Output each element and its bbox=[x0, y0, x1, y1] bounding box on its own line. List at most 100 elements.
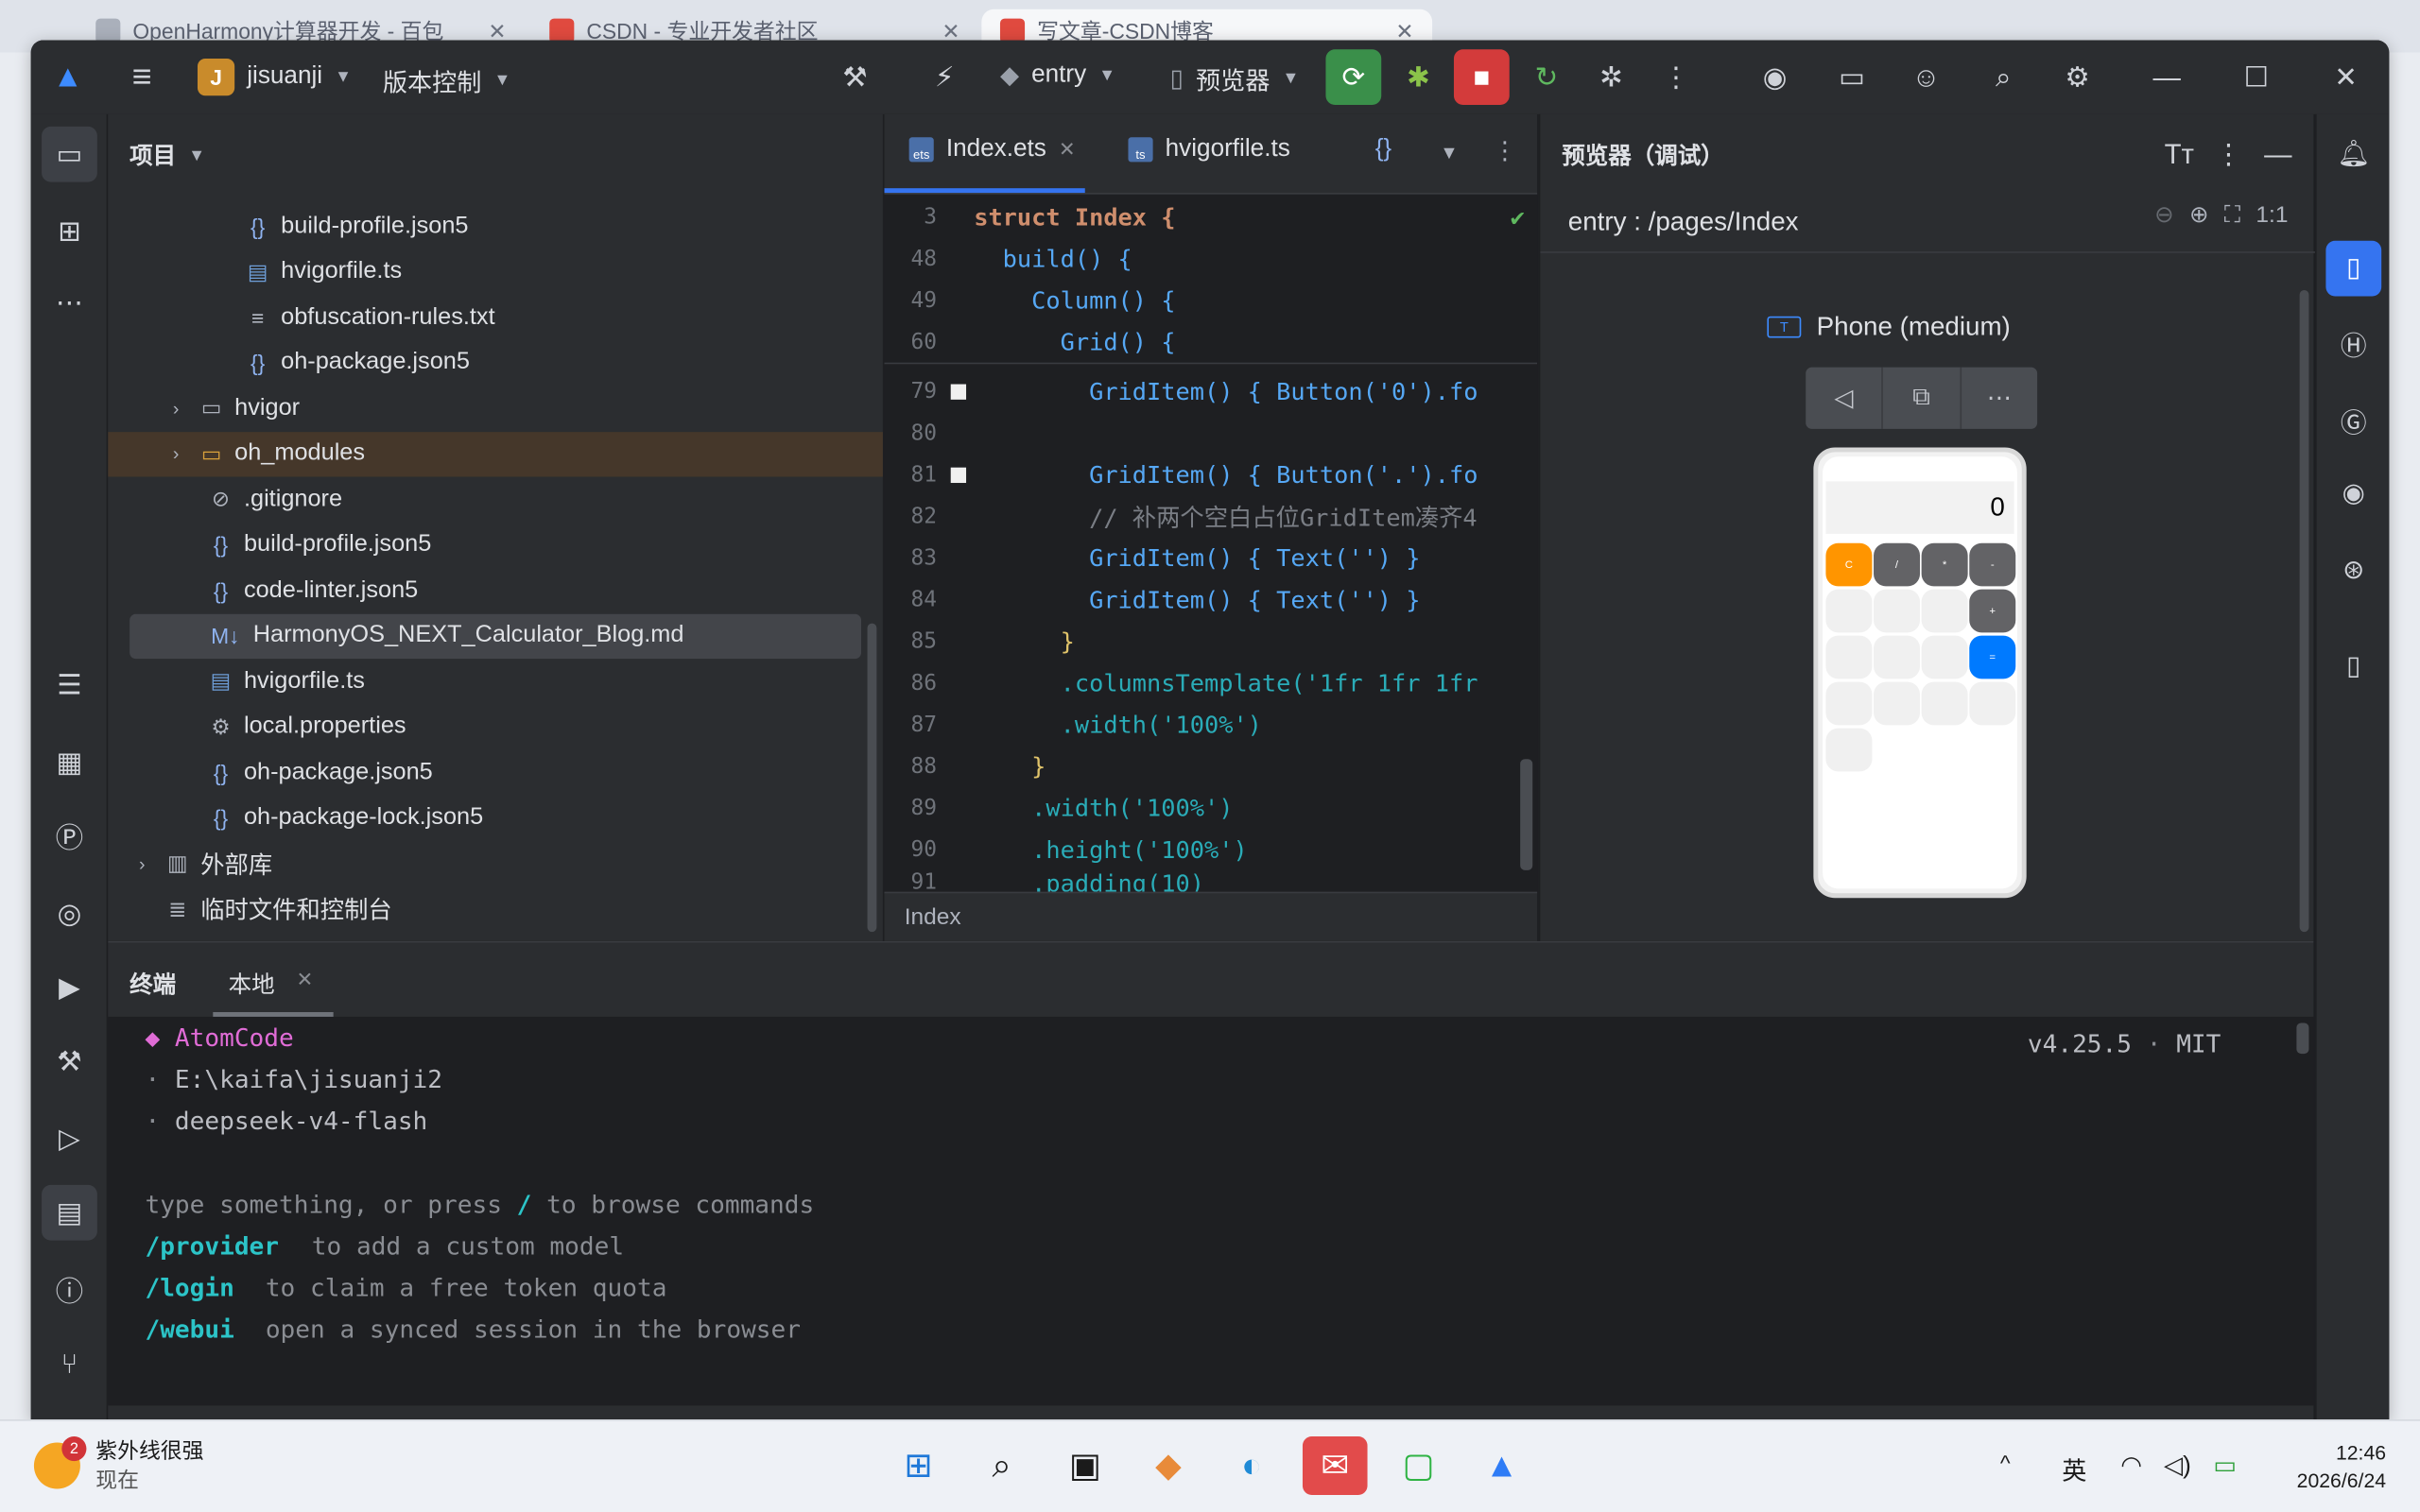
more-tools-icon[interactable]: ⋯ bbox=[42, 275, 97, 331]
calc-key[interactable] bbox=[1874, 681, 1921, 726]
code-area[interactable]: 3 struct Index {✔ 48 build() { 49 Column(… bbox=[884, 194, 1538, 892]
terminal-scrollbar[interactable] bbox=[2296, 1022, 2309, 1055]
fit-screen-icon[interactable]: ⛶ bbox=[2224, 201, 2240, 228]
app-icon[interactable]: ◆ bbox=[1139, 1436, 1198, 1495]
profiler-icon[interactable]: Ⓟ bbox=[42, 809, 97, 865]
tree-item[interactable]: ≡ obfuscation-rules.txt bbox=[108, 295, 883, 340]
device-selector[interactable]: ▯ 预览器 ▼ bbox=[1170, 60, 1300, 97]
folder-icon[interactable]: ▭ bbox=[1824, 49, 1880, 105]
tree-item-folder[interactable]: › ▭ oh_modules bbox=[108, 431, 883, 477]
breadcrumb[interactable]: Index bbox=[884, 891, 1538, 941]
device-manager-icon[interactable]: ◉ bbox=[1747, 49, 1803, 105]
start-windows-icon[interactable]: ⊞ bbox=[889, 1436, 947, 1495]
eye-icon[interactable]: ◉ bbox=[2325, 466, 2381, 522]
weather-widget[interactable]: 2 紫外线很强 现在 bbox=[33, 1436, 204, 1495]
notifications-bell-icon[interactable]: 🔔︎ bbox=[2325, 127, 2381, 182]
project-panel-header[interactable]: 项目 ▼ bbox=[130, 139, 205, 171]
attach-debugger-icon[interactable]: ✲ bbox=[1583, 49, 1639, 105]
maximize-icon[interactable]: ☐ bbox=[2229, 49, 2285, 105]
minimize-icon[interactable]: — bbox=[2139, 49, 2195, 105]
previewer-scrollbar[interactable] bbox=[2299, 289, 2309, 933]
build-hammer-icon[interactable]: ⚒ bbox=[827, 49, 883, 105]
calc-key[interactable] bbox=[1969, 681, 2016, 726]
project-folder-icon[interactable]: ▭ bbox=[42, 126, 97, 182]
more-icon[interactable]: ⋮ bbox=[2201, 127, 2256, 182]
calc-key[interactable] bbox=[1921, 589, 1968, 633]
calc-key[interactable] bbox=[1874, 589, 1921, 633]
search-icon[interactable]: ⌕ bbox=[973, 1436, 1031, 1495]
ime-indicator[interactable]: 英 bbox=[2062, 1451, 2086, 1487]
calc-key[interactable] bbox=[1921, 635, 1968, 679]
more-icon[interactable]: ⋮ bbox=[1493, 136, 1517, 167]
settings-gear-icon[interactable]: ⚙ bbox=[2049, 49, 2105, 105]
chevron-up-icon[interactable]: ^ bbox=[2000, 1451, 2011, 1475]
close-icon[interactable]: ✕ bbox=[296, 968, 313, 1000]
breadcrumb-item[interactable]: Index bbox=[905, 904, 961, 931]
codelinter-icon[interactable]: ◎ bbox=[42, 885, 97, 941]
layout-icon[interactable]: ▦ bbox=[42, 734, 97, 790]
tab-hvigorfile[interactable]: ts hvigorfile.ts bbox=[1128, 136, 1290, 163]
services-icon[interactable]: ▶ bbox=[42, 960, 97, 1016]
calc-key-divide[interactable]: / bbox=[1874, 542, 1921, 587]
calc-key-clear[interactable]: C bbox=[1825, 542, 1873, 587]
main-menu-icon[interactable]: ≡ bbox=[114, 49, 170, 105]
ai-assistant-icon[interactable]: ⊛ bbox=[2325, 543, 2381, 599]
calculator-screen[interactable]: 0 C / * - + = bbox=[1823, 456, 2017, 889]
project-switcher[interactable]: J jisuanji ▼ bbox=[197, 59, 352, 96]
vcs-menu[interactable]: 版本控制 ▼ bbox=[383, 61, 510, 98]
gradle-icon[interactable]: Ⓖ bbox=[2325, 392, 2381, 448]
json-view-icon[interactable]: {} bbox=[1375, 136, 1392, 163]
tree-item[interactable]: {} build-profile.json5 bbox=[108, 523, 883, 568]
rerun-button[interactable]: ⟳ bbox=[1325, 49, 1382, 106]
sync-icon[interactable]: ⚡ bbox=[917, 49, 973, 105]
previewer-toggle-icon[interactable]: ▯ bbox=[2325, 240, 2382, 297]
battery-icon[interactable]: ▭ bbox=[2213, 1451, 2237, 1482]
calc-key-multiply[interactable]: * bbox=[1921, 542, 1968, 587]
wifi-icon[interactable]: ◠ bbox=[2120, 1451, 2142, 1482]
tree-item[interactable]: {} code-linter.json5 bbox=[108, 568, 883, 613]
run-icon[interactable]: ▷ bbox=[42, 1111, 97, 1167]
close-icon[interactable]: ✕ bbox=[1059, 137, 1076, 162]
zoom-ratio[interactable]: 1:1 bbox=[2256, 201, 2288, 228]
tree-item[interactable]: ⊘ .gitignore bbox=[108, 476, 883, 522]
stop-button[interactable]: ■ bbox=[1453, 49, 1510, 106]
tree-item[interactable]: {} build-profile.json5 bbox=[108, 204, 883, 249]
tree-item[interactable]: ⚙ local.properties bbox=[108, 704, 883, 749]
tree-item[interactable]: {} oh-package.json5 bbox=[108, 749, 883, 795]
calc-key-minus[interactable]: - bbox=[1969, 542, 2016, 587]
tab-index-ets[interactable]: ets Index.ets ✕ bbox=[908, 136, 1076, 163]
rotate-device-icon[interactable]: ⧉ bbox=[1883, 367, 1962, 429]
more-icon[interactable]: ⋯ bbox=[1962, 368, 2038, 429]
account-icon[interactable]: ☺ bbox=[1898, 49, 1954, 105]
zoom-out-icon[interactable]: ⊖ bbox=[2154, 200, 2174, 229]
chevron-down-icon[interactable]: ▼ bbox=[1440, 142, 1458, 163]
editor-scrollbar[interactable] bbox=[1520, 759, 1533, 870]
problems-icon[interactable]: ⓘ bbox=[42, 1263, 97, 1318]
tab-local[interactable]: 本地 ✕ bbox=[229, 968, 314, 1000]
close-window-icon[interactable]: ✕ bbox=[2318, 49, 2374, 105]
run-config-selector[interactable]: ◆ entry ▼ bbox=[1000, 60, 1115, 92]
calc-key[interactable] bbox=[1921, 681, 1968, 726]
calc-key-plus[interactable]: + bbox=[1969, 589, 2016, 633]
tree-item[interactable]: ▤ hvigorfile.ts bbox=[108, 249, 883, 295]
calc-key-equals[interactable]: = bbox=[1969, 635, 2016, 679]
task-view-icon[interactable]: ▣ bbox=[1056, 1436, 1115, 1495]
tree-item[interactable]: ≣ 临时文件和控制台 bbox=[108, 886, 883, 932]
build-icon[interactable]: ⚒ bbox=[42, 1034, 97, 1090]
tree-item-folder[interactable]: › ▥ 外部库 bbox=[108, 841, 883, 886]
tree-item[interactable]: {} oh-package-lock.json5 bbox=[108, 796, 883, 841]
chat-app-icon[interactable]: ▢ bbox=[1389, 1436, 1447, 1495]
volume-icon[interactable]: ◁) bbox=[2164, 1451, 2191, 1482]
calc-key[interactable] bbox=[1874, 635, 1921, 679]
device-phone-icon[interactable]: ▯ bbox=[2325, 639, 2381, 695]
terminal-icon[interactable]: ▤ bbox=[42, 1184, 97, 1241]
apply-changes-icon[interactable]: ↻ bbox=[1519, 49, 1575, 105]
minimize-panel-icon[interactable]: — bbox=[2250, 127, 2306, 182]
zoom-in-icon[interactable]: ⊕ bbox=[2189, 200, 2209, 229]
font-size-icon[interactable]: Tт bbox=[2152, 127, 2207, 182]
calc-key[interactable] bbox=[1825, 728, 1873, 772]
tree-item[interactable]: {} oh-package.json5 bbox=[108, 340, 883, 386]
more-icon[interactable]: ⋮ bbox=[1649, 49, 1704, 105]
todo-icon[interactable]: ☰ bbox=[42, 658, 97, 713]
harmony-icon[interactable]: Ⓗ bbox=[2325, 315, 2381, 370]
